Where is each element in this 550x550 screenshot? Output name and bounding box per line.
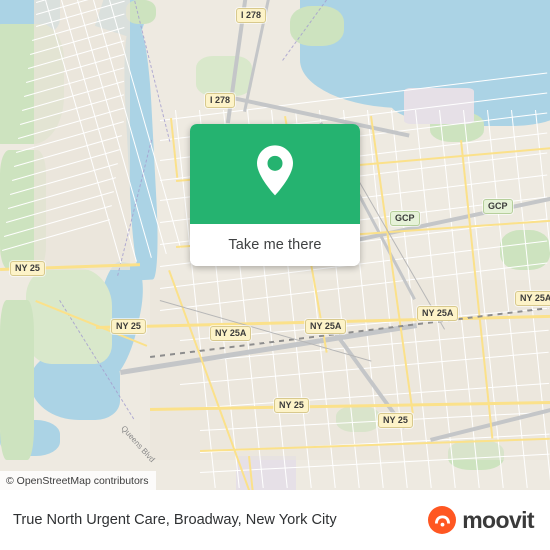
map-screenshot: I 278 I 278 NY 25 NY 25 NY 25A NY 25A NY…: [0, 0, 550, 550]
shield-i278-north[interactable]: I 278: [236, 8, 267, 23]
shield-ny25-west[interactable]: NY 25: [10, 261, 45, 276]
shield-gcp-1[interactable]: GCP: [390, 211, 420, 226]
take-me-there-button[interactable]: Take me there: [228, 237, 321, 253]
shield-ny25-sw[interactable]: NY 25: [111, 319, 146, 334]
map-canvas[interactable]: I 278 I 278 NY 25 NY 25 NY 25A NY 25A NY…: [0, 0, 550, 490]
shield-ny25a-3[interactable]: NY 25A: [417, 306, 459, 321]
moovit-wordmark: moovit: [462, 506, 534, 533]
footer-bar: True North Urgent Care, Broadway, New Yo…: [0, 490, 550, 550]
shield-ny25-s1[interactable]: NY 25: [274, 398, 309, 413]
attribution-text: © OpenStreetMap contributors: [6, 474, 149, 487]
map-park-mid: [196, 56, 252, 96]
shield-gcp-2[interactable]: GCP: [483, 199, 513, 214]
place-title: True North Urgent Care, Broadway, New Yo…: [13, 512, 337, 528]
map-pin-icon: [253, 143, 297, 202]
shield-ny25a-1[interactable]: NY 25A: [210, 326, 252, 341]
map-park-w3: [0, 300, 34, 460]
popup-image-area: [190, 124, 360, 224]
map-park-n: [126, 0, 156, 24]
map-attribution[interactable]: © OpenStreetMap contributors: [0, 471, 156, 490]
shield-ny25-s2[interactable]: NY 25: [378, 413, 413, 428]
popup-action-bar[interactable]: Take me there: [190, 224, 360, 266]
moovit-brand[interactable]: moovit: [428, 506, 535, 534]
moovit-logo-icon: [428, 506, 457, 534]
shield-ny25a-2[interactable]: NY 25A: [305, 319, 347, 334]
shield-i278-mid[interactable]: I 278: [205, 93, 236, 108]
location-popup[interactable]: Take me there: [190, 124, 360, 266]
shield-ny25a-4[interactable]: NY 25A: [515, 291, 550, 306]
